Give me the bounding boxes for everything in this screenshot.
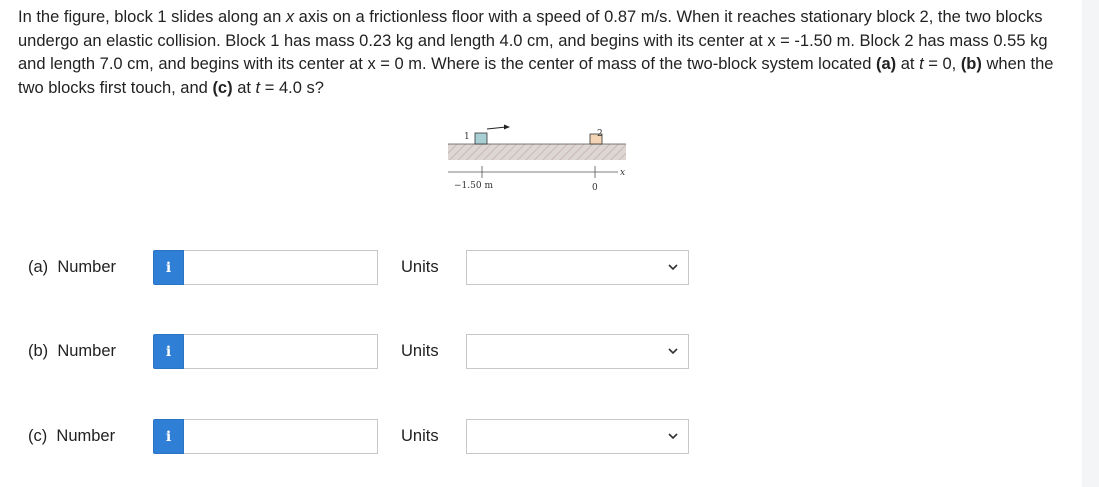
scrollbar-track (1082, 0, 1099, 487)
number-input-c[interactable] (184, 419, 378, 454)
units-label-a: Units (401, 258, 439, 276)
info-button-a[interactable]: i (153, 250, 184, 285)
number-input-b[interactable] (184, 334, 378, 369)
block-2-label: 2 (597, 129, 603, 139)
units-select-b[interactable] (466, 334, 689, 369)
units-label-c: Units (401, 427, 439, 445)
units-select-a[interactable] (466, 250, 689, 285)
info-button-b[interactable]: i (153, 334, 184, 369)
tick-right-label: 0 (592, 183, 598, 193)
units-select-c[interactable] (466, 419, 689, 454)
x-axis-label: x (620, 168, 625, 178)
floor (448, 144, 626, 160)
units-label-b: Units (401, 342, 439, 360)
block-1-label: 1 (464, 132, 470, 142)
chevron-down-icon (668, 348, 678, 355)
number-input-a[interactable] (184, 250, 378, 285)
tick-left-label: −1.50 m (454, 181, 493, 191)
info-button-c[interactable]: i (153, 419, 184, 454)
info-icon: i (165, 343, 172, 360)
collision-figure: 1 2 x −1.50 m 0 (448, 124, 626, 193)
part-c-label: (c) Number (28, 427, 116, 445)
answer-row-c: (c) Number i Units (0, 419, 1080, 459)
info-icon: i (165, 428, 172, 445)
answer-row-b: (b) Number i Units (0, 334, 1080, 374)
chevron-down-icon (668, 264, 678, 271)
question-text: In the figure, block 1 slides along an x… (18, 8, 1054, 97)
chevron-down-icon (668, 433, 678, 440)
info-icon: i (165, 259, 172, 276)
block-1 (474, 132, 488, 145)
part-b-label: (b) Number (28, 342, 117, 360)
velocity-arrow (486, 126, 507, 130)
part-a-label: (a) Number (28, 258, 117, 276)
velocity-arrow-head (504, 124, 510, 130)
answer-row-a: (a) Number i Units (0, 250, 1080, 290)
